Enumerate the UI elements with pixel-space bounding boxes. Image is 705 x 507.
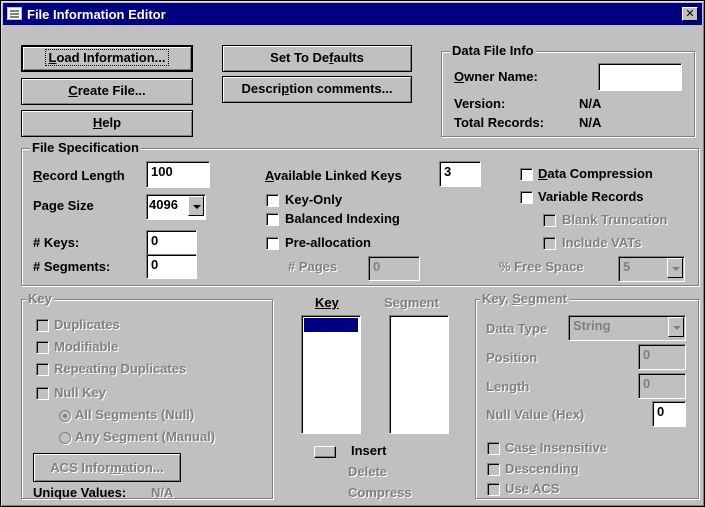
- key-only-checkbox[interactable]: [266, 194, 279, 207]
- use-acs-label: Use ACS: [505, 481, 560, 496]
- descending-checkbox[interactable]: [487, 463, 500, 476]
- any-segment-radio[interactable]: [59, 432, 71, 444]
- position-field[interactable]: 0: [638, 344, 686, 370]
- page-size-label: Page Size: [33, 198, 94, 213]
- null-value-label: Null Value (Hex): [486, 407, 585, 422]
- page-size-select[interactable]: 4096: [146, 194, 206, 220]
- data-type-value: String: [573, 318, 611, 333]
- set-to-defaults-button[interactable]: Set To Defaults: [222, 45, 412, 72]
- owner-name-label: Owner Name:: [454, 69, 538, 84]
- delete-label[interactable]: Delete: [348, 464, 387, 479]
- blank-truncation-checkbox[interactable]: [543, 214, 556, 227]
- key-only-label: Key-Only: [285, 192, 343, 207]
- null-key-checkbox[interactable]: [36, 387, 49, 400]
- case-insensitive-checkbox[interactable]: [487, 442, 500, 455]
- all-segments-label: All Segments (Null): [75, 407, 195, 422]
- segment-list[interactable]: [389, 315, 449, 434]
- help-button[interactable]: Help: [21, 110, 193, 137]
- modifiable-checkbox[interactable]: [36, 341, 49, 354]
- pages-label: # Pages: [288, 259, 338, 274]
- available-linked-keys-label: Available Linked Keys: [265, 168, 402, 183]
- selected-key-row[interactable]: [304, 318, 358, 332]
- owner-name-field[interactable]: [598, 63, 682, 91]
- acs-information-button[interactable]: ACS Information...: [33, 453, 181, 482]
- pages-field[interactable]: 0: [368, 256, 420, 281]
- total-records-label: Total Records:: [454, 115, 545, 130]
- balanced-indexing-label: Balanced Indexing: [285, 211, 400, 226]
- unique-values-value: N/A: [151, 485, 174, 500]
- create-file-button[interactable]: Create File...: [21, 78, 193, 105]
- pre-allocation-checkbox[interactable]: [266, 237, 279, 250]
- total-records-value: N/A: [579, 115, 602, 130]
- null-value-field[interactable]: 0: [652, 401, 686, 427]
- key-group-legend: Key: [26, 291, 54, 306]
- record-length-field[interactable]: 100: [146, 161, 210, 188]
- data-type-label: Data Type: [486, 321, 548, 336]
- key-segment-legend: Key, Segment: [480, 291, 570, 306]
- chevron-down-icon[interactable]: [667, 258, 683, 278]
- segments-field[interactable]: 0: [146, 254, 197, 279]
- free-space-label: % Free Space: [499, 259, 584, 274]
- include-vats-checkbox[interactable]: [543, 237, 556, 250]
- available-linked-keys-field[interactable]: 3: [439, 161, 481, 187]
- pre-allocation-label: Pre-allocation: [285, 235, 371, 250]
- key-list-header: Key: [315, 295, 339, 310]
- length-field[interactable]: 0: [638, 373, 686, 399]
- segments-label: # Segments:: [33, 259, 111, 274]
- null-key-label: Null Key: [54, 385, 107, 400]
- page-size-value: 4096: [149, 197, 178, 212]
- balanced-indexing-checkbox[interactable]: [266, 213, 279, 226]
- close-button[interactable]: ✕: [682, 7, 698, 21]
- free-space-select[interactable]: 5: [618, 256, 685, 282]
- file-specification-legend: File Specification: [30, 140, 141, 155]
- insert-label[interactable]: Insert: [351, 443, 386, 458]
- any-segment-label: Any Segment (Manual): [75, 429, 216, 444]
- data-compression-label: Data Compression: [538, 166, 653, 181]
- key-list[interactable]: [301, 315, 361, 434]
- case-insensitive-label: Case Insensitive: [505, 440, 607, 455]
- variable-records-label: Variable Records: [538, 189, 644, 204]
- chevron-down-icon[interactable]: [668, 317, 684, 337]
- include-vats-label: Include VATs: [562, 235, 642, 250]
- segment-list-header: Segment: [384, 295, 439, 310]
- title-bar: File Information Editor ✕: [3, 3, 702, 25]
- duplicates-checkbox[interactable]: [36, 319, 49, 332]
- app-window-icon: [7, 7, 22, 20]
- data-compression-checkbox[interactable]: [520, 168, 533, 181]
- window-title: File Information Editor: [27, 7, 166, 22]
- version-label: Version:: [454, 96, 506, 111]
- duplicates-label: Duplicates: [54, 317, 120, 332]
- use-acs-checkbox[interactable]: [487, 483, 500, 496]
- all-segments-radio[interactable]: [59, 410, 71, 422]
- repeating-duplicates-checkbox[interactable]: [36, 363, 49, 376]
- variable-records-checkbox[interactable]: [520, 191, 533, 204]
- load-information-button[interactable]: Load Information...: [21, 45, 193, 72]
- unique-values-label: Unique Values:: [33, 485, 127, 500]
- free-space-value: 5: [623, 259, 631, 274]
- data-type-select[interactable]: String: [568, 315, 686, 341]
- blank-truncation-label: Blank Truncation: [562, 212, 668, 227]
- compress-label[interactable]: Compress: [348, 485, 412, 500]
- data-file-info-legend: Data File Info: [450, 43, 536, 58]
- chevron-down-icon[interactable]: [188, 196, 204, 216]
- descending-label: Descending: [505, 461, 579, 476]
- description-comments-button[interactable]: Description comments...: [222, 76, 412, 103]
- length-label: Length: [486, 379, 530, 394]
- keys-label: # Keys:: [33, 235, 80, 250]
- record-length-label: Record Length: [33, 168, 125, 183]
- repeating-duplicates-label: Repeating Duplicates: [54, 361, 187, 376]
- modifiable-label: Modifiable: [54, 339, 119, 354]
- insert-toggle-button[interactable]: [314, 446, 336, 458]
- position-label: Position: [486, 350, 538, 365]
- file-information-editor-window: File Information Editor ✕ Load Informati…: [0, 0, 705, 507]
- version-value: N/A: [579, 96, 602, 111]
- keys-field[interactable]: 0: [146, 230, 197, 255]
